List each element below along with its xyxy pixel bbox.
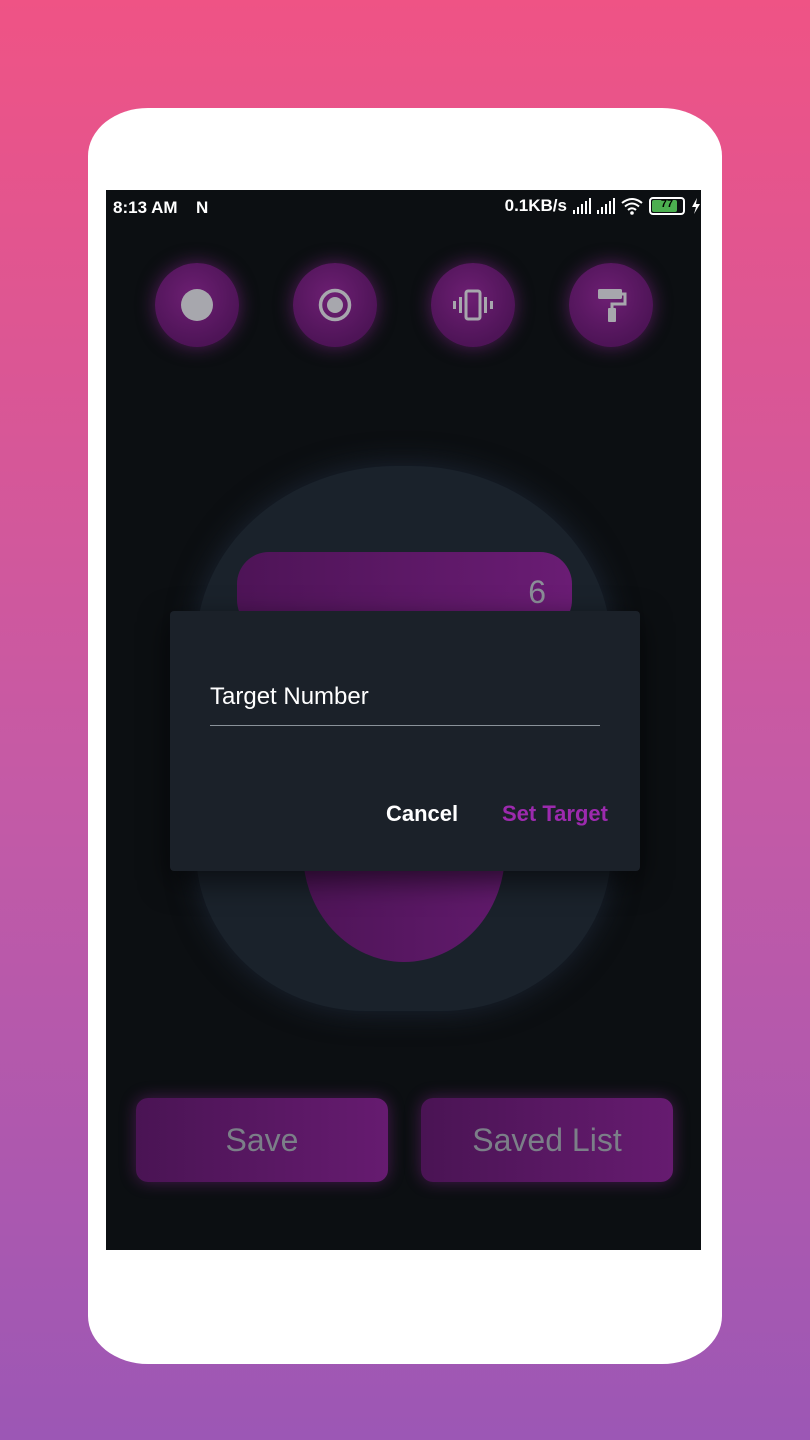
vibrate-icon: [453, 289, 493, 321]
radio-target-icon: [318, 288, 352, 322]
paint-roller-icon: [598, 289, 627, 322]
save-button[interactable]: Save: [136, 1098, 388, 1182]
signal-icon-2: [597, 198, 615, 214]
app-screen: 8:13 AM N 0.1KB/s 77 6 Target Number Can…: [106, 190, 701, 1250]
dot-icon: [181, 289, 213, 321]
target-number-input[interactable]: [210, 669, 600, 726]
status-bar: 8:13 AM N 0.1KB/s 77: [106, 190, 701, 224]
wifi-icon: [621, 198, 643, 215]
sound-mode-button[interactable]: [293, 263, 377, 347]
counter-value: 6: [528, 574, 546, 610]
battery-icon: 77: [649, 197, 685, 215]
set-target-button[interactable]: Set Target: [502, 801, 608, 827]
charging-icon: [692, 198, 700, 214]
status-time: 8:13 AM: [113, 198, 178, 217]
cancel-button[interactable]: Cancel: [386, 801, 458, 827]
network-speed: 0.1KB/s: [504, 196, 567, 215]
status-right: 0.1KB/s 77: [505, 196, 701, 216]
notification-icon: N: [196, 198, 209, 217]
target-dialog: Cancel Set Target: [170, 611, 640, 871]
saved-list-button[interactable]: Saved List: [421, 1098, 673, 1182]
vibrate-button[interactable]: [431, 263, 515, 347]
dot-mode-button[interactable]: [155, 263, 239, 347]
theme-button[interactable]: [569, 263, 653, 347]
battery-level: 77: [660, 198, 674, 210]
signal-icon: [573, 198, 591, 214]
